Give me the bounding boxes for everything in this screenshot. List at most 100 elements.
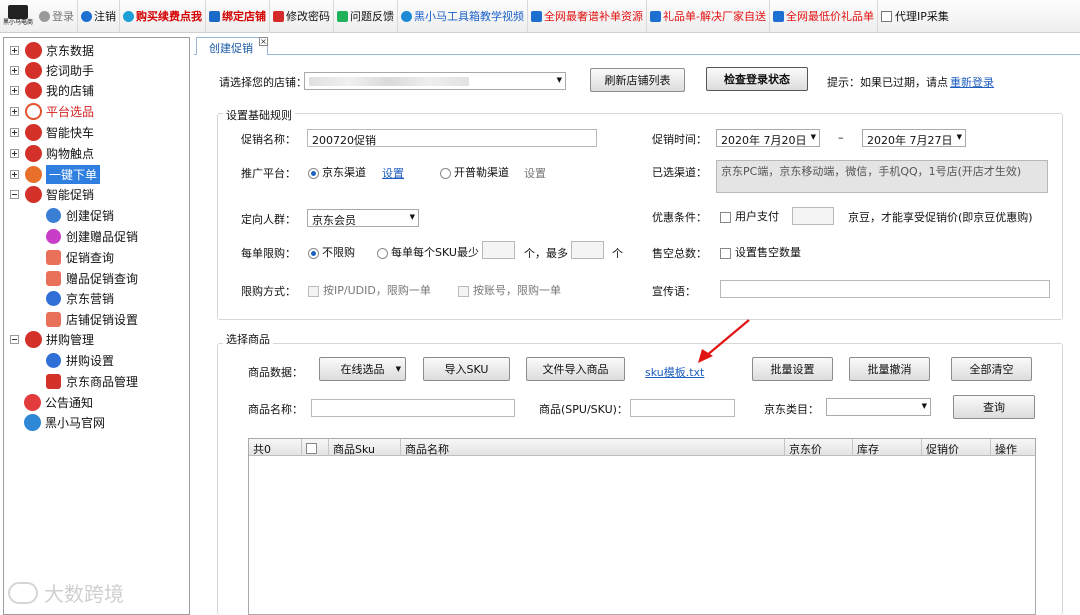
sidebar-item-official-site[interactable]: 黑小马官网: [24, 412, 105, 432]
category-label: 京东类目：: [764, 403, 819, 416]
cheap-gift-button[interactable]: 全网最低价礼品单: [770, 0, 878, 33]
radio-icon[interactable]: [440, 167, 451, 179]
expand-icon[interactable]: [10, 45, 19, 55]
sidebar-item-group-buy[interactable]: 拼购管理: [10, 329, 94, 349]
sidebar-item-label: 我的店铺: [46, 83, 95, 98]
sidebar-item-gift-query[interactable]: 赠品促销查询: [46, 268, 138, 288]
goods-name-input[interactable]: [311, 399, 515, 417]
globe-icon: [24, 413, 41, 431]
online-select-button[interactable]: 在线选品 ▼: [319, 357, 406, 381]
gift-button[interactable]: 礼品单-解决厂家自送: [647, 0, 770, 33]
min-qty-input[interactable]: [482, 241, 515, 259]
batch-cancel-label: 批量撤消: [867, 363, 912, 376]
relogin-link[interactable]: 重新登录: [950, 74, 994, 90]
sellout-checkbox[interactable]: 设置售空数量: [720, 244, 801, 260]
promo-name-input[interactable]: 200720促销: [307, 129, 597, 147]
kepler-channel-radio[interactable]: 开普勒渠道: [440, 164, 509, 180]
tab-create-promo[interactable]: 创建促销 ×: [196, 37, 268, 55]
import-sku-button[interactable]: 导入SKU: [423, 357, 510, 381]
limit-by-ip-label: 按IP/UDID，限购一单: [323, 284, 431, 297]
beans-amount-input[interactable]: [792, 207, 834, 225]
limit-by-ip-checkbox[interactable]: 按IP/UDID，限购一单: [308, 282, 431, 298]
sidebar-item-express[interactable]: 智能快车: [10, 122, 94, 142]
sidebar-item-jd-data[interactable]: 京东数据: [10, 40, 94, 60]
tutorial-button[interactable]: 黑小马工具箱教学视频: [398, 0, 528, 33]
query-button[interactable]: 查询: [953, 395, 1035, 419]
spu-sku-label: 商品(SPU/SKU)：: [539, 403, 628, 416]
checkbox-icon[interactable]: [458, 285, 469, 297]
buy-points-button[interactable]: 购买续费点我: [120, 0, 206, 33]
category-select[interactable]: [826, 398, 931, 416]
radio-icon[interactable]: [377, 247, 388, 259]
expand-icon[interactable]: [10, 148, 19, 158]
expand-icon[interactable]: [10, 106, 19, 116]
sidebar-item-announcement[interactable]: 公告通知: [24, 392, 93, 412]
user-pay-checkbox[interactable]: 用户支付: [720, 208, 779, 224]
no-limit-radio[interactable]: 不限购: [308, 244, 355, 260]
col-select-all[interactable]: [302, 439, 329, 456]
sidebar-item-create-gift-promo[interactable]: 创建赠品促销: [46, 226, 138, 246]
sidebar-item-my-store[interactable]: 我的店铺: [10, 80, 94, 100]
limit-by-account-checkbox[interactable]: 按账号，限购一单: [458, 282, 561, 298]
jd-channel-settings-link[interactable]: 设置: [382, 165, 404, 181]
feedback-button[interactable]: 问题反馈: [334, 0, 398, 33]
max-qty-input[interactable]: [571, 241, 604, 259]
check-login-button[interactable]: 检查登录状态: [706, 67, 808, 91]
query-label: 查询: [983, 401, 1005, 414]
logout-button[interactable]: 注销: [78, 0, 120, 33]
login-button[interactable]: 登录: [36, 0, 78, 33]
sidebar-item-jd-marketing[interactable]: 京东营销: [46, 288, 114, 308]
per-sku-limit-radio[interactable]: 每单每个SKU最少: [377, 244, 479, 260]
search-doc-icon: [46, 249, 61, 265]
kepler-settings-link[interactable]: 设置: [524, 165, 546, 181]
goods-table: 共0 商品Sku 商品名称 京东价 库存 促销价 操作: [248, 438, 1036, 615]
radio-icon[interactable]: [308, 247, 319, 259]
collapse-icon[interactable]: [10, 189, 19, 199]
checkbox-icon[interactable]: [308, 285, 319, 297]
sku-template-link[interactable]: sku模板.txt: [645, 364, 704, 380]
gift-gear-icon: [46, 228, 61, 244]
select-all-checkbox[interactable]: [306, 442, 317, 454]
start-date-picker[interactable]: 2020年 7月20日: [716, 129, 820, 147]
refresh-store-button[interactable]: 刷新店铺列表: [590, 68, 685, 92]
slogan-input[interactable]: [720, 280, 1050, 298]
checkbox-icon[interactable]: [720, 211, 731, 223]
proxy-checkbox[interactable]: [880, 10, 892, 22]
change-password-button[interactable]: 修改密码: [270, 0, 334, 33]
resources-button[interactable]: 全网最奢谱补单资源: [528, 0, 647, 33]
sidebar-item-store-promo-settings[interactable]: 店铺促销设置: [46, 309, 138, 329]
end-date-picker[interactable]: 2020年 7月27日: [862, 129, 966, 147]
sidebar-item-keyword[interactable]: 挖词助手: [10, 60, 94, 80]
sidebar-item-create-promo[interactable]: 创建促销: [46, 205, 114, 225]
sidebar-item-promo-query[interactable]: 促销查询: [46, 247, 114, 267]
logout-label: 注销: [94, 10, 116, 23]
checkbox-icon[interactable]: [720, 247, 731, 259]
tab-label: 创建促销: [209, 42, 253, 55]
jd-channel-label: 京东渠道: [322, 166, 366, 179]
jd-channel-radio[interactable]: 京东渠道: [308, 164, 366, 180]
clear-all-button[interactable]: 全部清空: [951, 357, 1032, 381]
batch-set-button[interactable]: 批量设置: [752, 357, 833, 381]
sidebar-item-touchpoint[interactable]: 购物触点: [10, 143, 94, 163]
gift-box-icon: [772, 10, 784, 22]
close-icon[interactable]: ×: [259, 37, 268, 46]
sidebar-item-jd-product-mgmt[interactable]: 京东商品管理: [46, 371, 138, 391]
audience-select[interactable]: 京东会员: [307, 209, 419, 227]
expand-icon[interactable]: [10, 127, 19, 137]
bind-store-button[interactable]: 绑定店铺: [206, 0, 270, 33]
sidebar-item-one-click-order[interactable]: 一键下单: [10, 164, 101, 184]
expand-icon[interactable]: [10, 65, 19, 75]
spu-sku-input[interactable]: [630, 399, 735, 417]
batch-cancel-button[interactable]: 批量撤消: [849, 357, 930, 381]
store-select[interactable]: [304, 72, 566, 90]
collapse-icon[interactable]: [10, 334, 19, 344]
sidebar-item-group-buy-settings[interactable]: 拼购设置: [46, 350, 114, 370]
sidebar-item-smart-promo[interactable]: 智能促销: [10, 184, 94, 204]
expand-icon[interactable]: [10, 85, 19, 95]
sidebar-item-label: 促销查询: [66, 250, 115, 265]
proxy-toggle[interactable]: 代理IP采集: [878, 0, 952, 33]
file-import-button[interactable]: 文件导入商品: [526, 357, 625, 381]
radio-icon[interactable]: [308, 167, 319, 179]
sidebar-item-product-select[interactable]: 平台选品: [10, 101, 94, 121]
expand-icon[interactable]: [10, 169, 19, 179]
